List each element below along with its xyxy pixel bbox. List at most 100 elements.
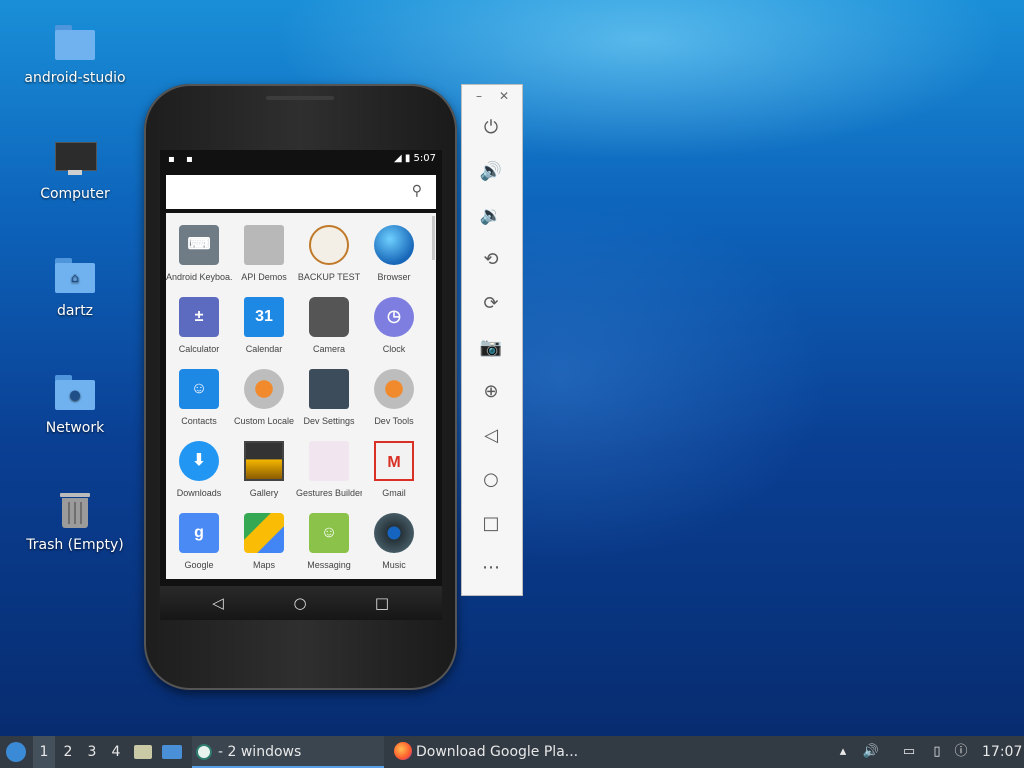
sliders-icon bbox=[309, 369, 349, 409]
workspace-3[interactable]: 3 bbox=[81, 736, 103, 768]
desktop-icon-label: Network bbox=[45, 420, 105, 436]
status-time: 5:07 bbox=[413, 153, 436, 164]
app-label: Gallery bbox=[249, 488, 279, 498]
network-tray-icon[interactable]: ▭ bbox=[900, 743, 918, 761]
back-icon[interactable]: ◁ bbox=[476, 422, 506, 450]
app-label: Android Keyboa... bbox=[166, 272, 232, 282]
network-folder-icon: ● bbox=[53, 372, 97, 416]
zoom-icon[interactable]: ⊕ bbox=[476, 378, 506, 406]
rotate-right-icon[interactable]: ⟳ bbox=[476, 290, 506, 318]
app-label: Messaging bbox=[307, 560, 351, 570]
task-android-studio[interactable]: - 2 windows bbox=[192, 736, 384, 768]
start-menu-icon[interactable] bbox=[6, 736, 28, 768]
volume-icon[interactable]: 🔊 bbox=[862, 743, 880, 761]
app-gmail[interactable]: M Gmail bbox=[361, 429, 427, 501]
app-calculator[interactable]: ± Calculator bbox=[166, 285, 232, 357]
sheep-icon bbox=[309, 225, 349, 265]
workspace-2[interactable]: 2 bbox=[57, 736, 79, 768]
calendar-icon: 31 bbox=[244, 297, 284, 337]
phone-screen[interactable]: ▪ ▪ ◢ ▮ 5:07 ⚲ ⌨ Android Keyboa... API Dem… bbox=[160, 150, 442, 620]
app-label: Contacts bbox=[181, 416, 217, 426]
app-label: Browser bbox=[377, 272, 411, 282]
desktop-icon-trash[interactable]: Trash (Empty) bbox=[20, 489, 130, 553]
app-label: Calendar bbox=[245, 344, 283, 354]
volume-down-icon[interactable]: 🔉 bbox=[476, 202, 506, 230]
app-clock[interactable]: ◷ Clock bbox=[361, 285, 427, 357]
android-emulator-device: ▪ ▪ ◢ ▮ 5:07 ⚲ ⌨ Android Keyboa... API Dem… bbox=[144, 84, 457, 690]
computer-icon bbox=[53, 138, 97, 182]
app-label: Calculator bbox=[178, 344, 220, 354]
status-right: ◢ ▮ 5:07 bbox=[394, 153, 436, 164]
screenshot-icon[interactable]: 📷 bbox=[476, 334, 506, 362]
app-label: API Demos bbox=[241, 272, 287, 282]
app-android-keyboa[interactable]: ⌨ Android Keyboa... bbox=[166, 213, 232, 285]
app-label: Gmail bbox=[382, 488, 406, 498]
folder-icon bbox=[53, 22, 97, 66]
app-search-bar[interactable]: ⚲ bbox=[166, 175, 436, 209]
file-manager-launcher-icon[interactable] bbox=[134, 736, 154, 768]
power-icon[interactable]: ⏻ bbox=[476, 114, 506, 142]
drawer-scrollbar[interactable] bbox=[432, 216, 435, 260]
gear-icon bbox=[374, 369, 414, 409]
android-studio-icon bbox=[196, 744, 212, 760]
app-drawer: ⌨ Android Keyboa... API Demos BACKUP TEST Br… bbox=[166, 213, 436, 579]
download-icon: ⬇ bbox=[179, 441, 219, 481]
globe-icon bbox=[374, 225, 414, 265]
update-notifier-icon[interactable]: ⓘ bbox=[952, 743, 970, 761]
back-icon[interactable]: ◁ bbox=[203, 592, 233, 614]
app-label: Dev Settings bbox=[303, 416, 355, 426]
desktop-icon-label: Trash (Empty) bbox=[26, 537, 124, 553]
clipboard-icon[interactable]: ▯ bbox=[928, 743, 946, 761]
more-icon[interactable]: ⋯ bbox=[476, 554, 506, 582]
calculator-icon: ± bbox=[179, 297, 219, 337]
volume-up-icon[interactable]: 🔊 bbox=[476, 158, 506, 186]
app-api-demos[interactable]: API Demos bbox=[231, 213, 297, 285]
app-google[interactable]: g Google bbox=[166, 501, 232, 573]
taskbar: 1 2 3 4 - 2 windows Download Google Pla.… bbox=[0, 736, 1024, 768]
close-icon[interactable]: ✕ bbox=[497, 89, 511, 103]
app-downloads[interactable]: ⬇ Downloads bbox=[166, 429, 232, 501]
app-camera[interactable]: Camera bbox=[296, 285, 362, 357]
desktop-icon-android-studio[interactable]: android-studio bbox=[20, 22, 130, 86]
recents-icon[interactable]: □ bbox=[367, 592, 397, 614]
taskbar-clock[interactable]: 17:07 bbox=[982, 736, 1022, 768]
phone-speaker bbox=[266, 96, 334, 100]
app-dev-tools[interactable]: Dev Tools bbox=[361, 357, 427, 429]
firefox-icon bbox=[394, 742, 412, 760]
workspace-4[interactable]: 4 bbox=[105, 736, 127, 768]
app-label: Downloads bbox=[176, 488, 222, 498]
app-maps[interactable]: Maps bbox=[231, 501, 297, 573]
desktop-icon-network[interactable]: ● Network bbox=[20, 372, 130, 436]
app-label: Music bbox=[382, 560, 406, 570]
overview-icon[interactable]: □ bbox=[476, 510, 506, 538]
music-icon bbox=[374, 513, 414, 553]
app-label: Maps bbox=[252, 560, 275, 570]
app-dev-settings[interactable]: Dev Settings bbox=[296, 357, 362, 429]
app-music[interactable]: Music bbox=[361, 501, 427, 573]
gestures-icon bbox=[309, 441, 349, 481]
signal-icon: ◢ bbox=[393, 153, 402, 164]
app-browser[interactable]: Browser bbox=[361, 213, 427, 285]
search-icon[interactable]: ⚲ bbox=[412, 183, 422, 199]
task-firefox[interactable]: Download Google Pla... bbox=[394, 736, 600, 766]
app-gestures-builder[interactable]: Gestures Builder bbox=[296, 429, 362, 501]
rotate-left-icon[interactable]: ⟲ bbox=[476, 246, 506, 274]
home-icon[interactable]: ○ bbox=[285, 592, 315, 614]
app-messaging[interactable]: ☺ Messaging bbox=[296, 501, 362, 573]
task-label: - 2 windows bbox=[218, 744, 302, 760]
desktop-icon-label: android-studio bbox=[24, 70, 126, 86]
app-custom-locale[interactable]: Custom Locale bbox=[231, 357, 297, 429]
workspace-1[interactable]: 1 bbox=[33, 736, 55, 768]
show-desktop-icon[interactable] bbox=[162, 736, 184, 768]
tray-expand-icon[interactable]: ▴ bbox=[834, 743, 852, 761]
app-calendar[interactable]: 31 Calendar bbox=[231, 285, 297, 357]
minimize-icon[interactable]: – bbox=[472, 89, 486, 103]
desktop-icon-dartz[interactable]: ⌂ dartz bbox=[20, 255, 130, 319]
app-gallery[interactable]: Gallery bbox=[231, 429, 297, 501]
home-icon[interactable]: ○ bbox=[476, 466, 506, 494]
app-label: Dev Tools bbox=[374, 416, 414, 426]
clock-icon: ◷ bbox=[374, 297, 414, 337]
app-backup-test[interactable]: BACKUP TEST bbox=[296, 213, 362, 285]
desktop-icon-computer[interactable]: Computer bbox=[20, 138, 130, 202]
app-contacts[interactable]: ☺ Contacts bbox=[166, 357, 232, 429]
